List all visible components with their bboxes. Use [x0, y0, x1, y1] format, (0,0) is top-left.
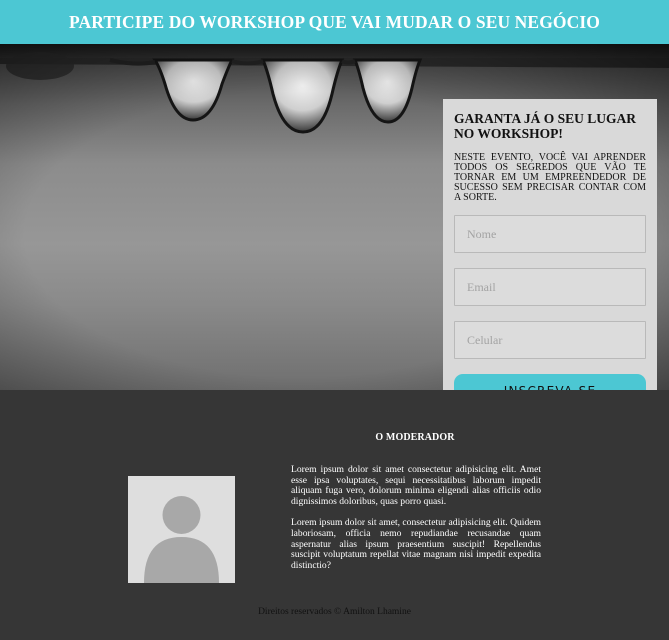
subscribe-button[interactable]: INSCREVA-SE: [454, 374, 646, 390]
form-title: GARANTA JÁ O SEU LUGAR NO WORKSHOP!: [454, 111, 637, 141]
phone-input[interactable]: [454, 321, 646, 359]
form-description: NESTE EVENTO, VOCÊ VAI APRENDER TODOS OS…: [454, 152, 646, 203]
name-input[interactable]: [454, 215, 646, 253]
page-header: PARTICIPE DO WORKSHOP QUE VAI MUDAR O SE…: [0, 0, 669, 44]
user-silhouette-icon: [128, 476, 235, 583]
registration-form-card: GARANTA JÁ O SEU LUGAR NO WORKSHOP! NEST…: [443, 99, 657, 390]
copyright-text: Direitos reservados © Amilton Lhamine: [258, 607, 411, 617]
bio-paragraph: Lorem ipsum dolor sit amet consectetur a…: [291, 464, 541, 507]
moderator-bio: Lorem ipsum dolor sit amet consectetur a…: [291, 464, 541, 571]
bio-paragraph: Lorem ipsum dolor sit amet, consectetur …: [291, 517, 541, 571]
avatar: [128, 476, 235, 583]
moderator-title: O MODERADOR: [375, 432, 455, 443]
hero-section: GARANTA JÁ O SEU LUGAR NO WORKSHOP! NEST…: [0, 44, 669, 390]
email-input[interactable]: [454, 268, 646, 306]
page-title: PARTICIPE DO WORKSHOP QUE VAI MUDAR O SE…: [69, 11, 600, 32]
moderator-section: O MODERADOR Lorem ipsum dolor sit amet c…: [0, 390, 669, 640]
